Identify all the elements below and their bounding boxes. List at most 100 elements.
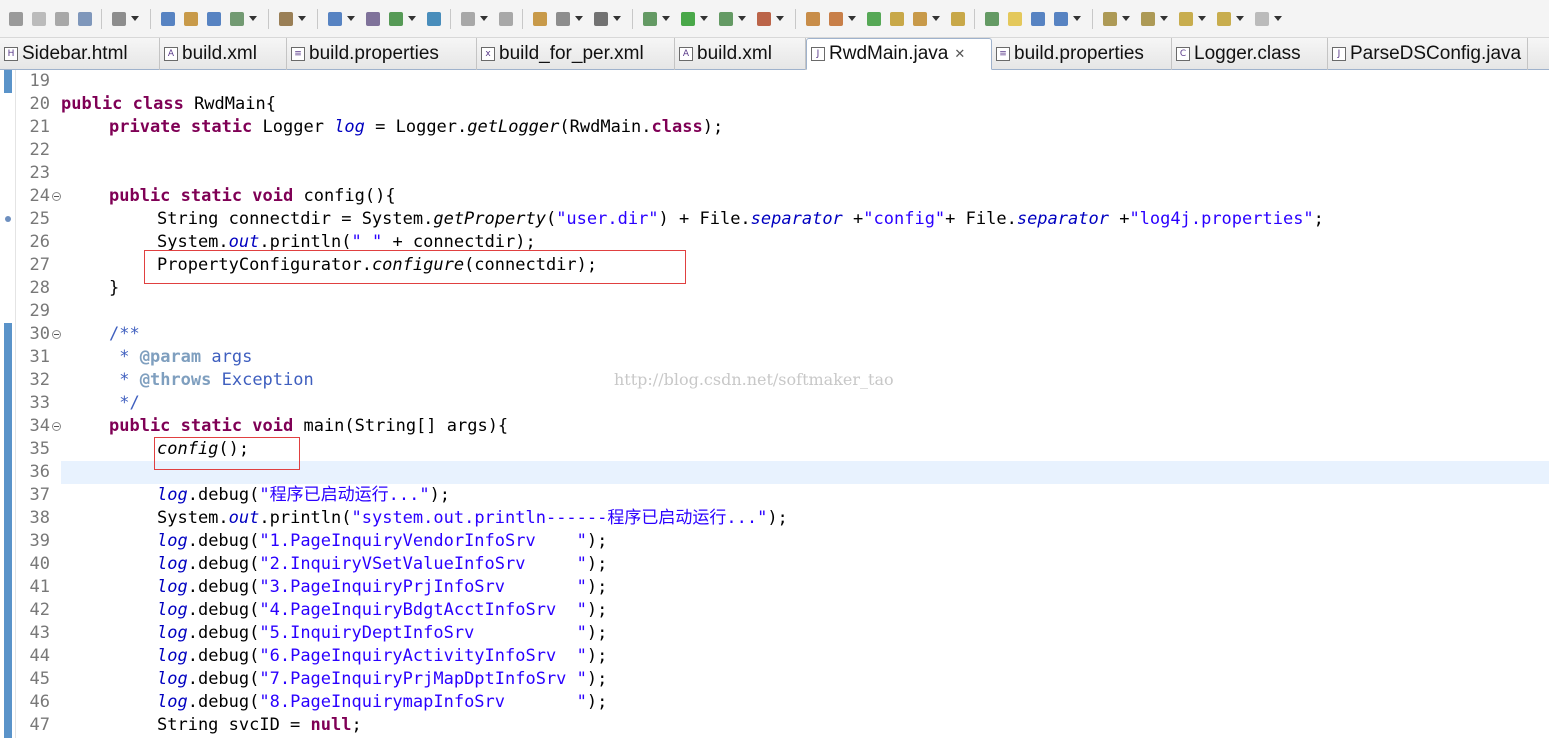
dropdown-arrow-icon[interactable] [130, 10, 139, 27]
code-text: .println( [259, 508, 352, 528]
string-literal: "3.PageInquiryPrjInfoSrv " [259, 577, 587, 597]
annotation-icon[interactable] [983, 10, 1000, 27]
code-line: public class RwdMain{ [61, 93, 276, 116]
code-line: private static Logger log = Logger.getLo… [109, 116, 723, 139]
run-icon[interactable] [679, 10, 696, 27]
fold-collapse-icon[interactable] [52, 192, 61, 201]
dropdown-arrow-icon[interactable] [1235, 10, 1244, 27]
fold-collapse-icon[interactable] [52, 330, 61, 339]
line-number: 29 [29, 301, 50, 321]
save-all-icon[interactable] [53, 10, 70, 27]
javadoc-comment: args [201, 347, 253, 367]
dropdown-arrow-icon[interactable] [1197, 10, 1206, 27]
last-edit-icon[interactable] [1177, 10, 1194, 27]
redo-icon[interactable] [497, 10, 514, 27]
undo-icon[interactable] [459, 10, 476, 27]
search-icon[interactable] [228, 10, 245, 27]
print-icon[interactable] [76, 10, 93, 27]
dropdown-arrow-icon[interactable] [931, 10, 940, 27]
dropdown-arrow-icon[interactable] [737, 10, 746, 27]
open-type-icon[interactable] [182, 10, 199, 27]
dropdown-arrow-icon[interactable] [574, 10, 583, 27]
keyword: null [310, 715, 352, 735]
java-file-icon: J [1332, 47, 1346, 61]
editor-tab[interactable]: ≡ build.properties [992, 38, 1172, 70]
dropdown-arrow-icon[interactable] [661, 10, 670, 27]
open-type2-icon-glyph [206, 11, 221, 26]
static-field: log [157, 531, 188, 551]
whitespace-icon-glyph [1053, 11, 1068, 26]
package-explorer-icon[interactable] [159, 10, 176, 27]
new-java-project-icon[interactable] [804, 10, 821, 27]
code-text: RwdMain{ [183, 94, 276, 114]
string-literal: "4.PageInquiryBdgtAcctInfoSrv " [259, 600, 587, 620]
dropdown-arrow-icon[interactable] [407, 10, 416, 27]
dropdown-arrow-icon[interactable] [699, 10, 708, 27]
open-folder2-icon[interactable] [949, 10, 966, 27]
dropdown-arrow-icon[interactable] [775, 10, 784, 27]
code-text: ; [351, 715, 362, 735]
dropdown-arrow-icon[interactable] [612, 10, 621, 27]
javadoc-comment: * [109, 370, 140, 390]
next-annotation-icon[interactable] [1101, 10, 1118, 27]
refactor-icon[interactable] [277, 10, 294, 27]
save-icon[interactable] [30, 10, 47, 27]
profile-icon[interactable] [755, 10, 772, 27]
class-file-icon: C [1176, 47, 1190, 61]
forward-icon[interactable] [1253, 10, 1270, 27]
run-ant-icon[interactable] [364, 10, 381, 27]
line-number: 25 [29, 209, 50, 229]
editor-tab[interactable]: ≡ build.properties [287, 38, 477, 70]
dropdown-arrow-icon[interactable] [248, 10, 257, 27]
code-text: (RwdMain. [559, 117, 652, 137]
prev-annotation-icon[interactable] [1139, 10, 1156, 27]
toolbar-separator [974, 8, 975, 29]
new-icon[interactable] [7, 10, 24, 27]
dropdown-arrow-icon[interactable] [346, 10, 355, 27]
dropdown-arrow-icon[interactable] [1121, 10, 1130, 27]
fold-collapse-icon[interactable] [52, 422, 61, 431]
editor-tab[interactable]: Abuild.xml [160, 38, 287, 70]
whitespace-icon[interactable] [1052, 10, 1069, 27]
quick-diff-marker [4, 70, 12, 93]
open-type2-icon[interactable] [205, 10, 222, 27]
code-area[interactable]: public class RwdMain{ private static Log… [61, 70, 1549, 738]
dropdown-arrow-icon[interactable] [297, 10, 306, 27]
line-number: 40 [29, 554, 50, 574]
build-icon[interactable] [110, 10, 127, 27]
dropdown-arrow-icon[interactable] [847, 10, 856, 27]
new-class2-icon[interactable] [865, 10, 882, 27]
new-class-icon[interactable] [531, 10, 548, 27]
editor-tab[interactable]: J ParseDSConfig.java [1328, 38, 1528, 70]
back-icon-glyph [1216, 11, 1231, 26]
coverage-icon[interactable] [717, 10, 734, 27]
code-line: * @param args [109, 346, 252, 369]
dropdown-arrow-icon[interactable] [1159, 10, 1168, 27]
ext-tool-icon[interactable] [554, 10, 571, 27]
search-java-icon[interactable] [326, 10, 343, 27]
dropdown-arrow-icon[interactable] [479, 10, 488, 27]
dropdown-arrow-icon[interactable] [1072, 10, 1081, 27]
editor-tab[interactable]: C Logger.class [1172, 38, 1328, 70]
code-text: ); [586, 577, 608, 597]
block-select-icon[interactable] [1029, 10, 1046, 27]
editor-tab[interactable]: x build_for_per.xml [477, 38, 675, 70]
block-select-icon-glyph [1030, 11, 1045, 26]
close-tab-icon[interactable]: ✕ [954, 46, 965, 62]
open-folder-icon[interactable] [888, 10, 905, 27]
dropdown-arrow-icon[interactable] [1273, 10, 1282, 27]
debug-icon[interactable] [641, 10, 658, 27]
editor-tab[interactable]: H Sidebar.html [0, 38, 160, 70]
editor-tab[interactable]: J RwdMain.java ✕ [806, 38, 992, 70]
code-editor[interactable]: 19 20 21 22 23 24 25 26 27 28 29 30 31 32 33 34 35 36 37 38… [0, 70, 1549, 738]
pen-icon[interactable] [911, 10, 928, 27]
globe-icon[interactable] [425, 10, 442, 27]
camera-icon[interactable] [592, 10, 609, 27]
search-java-icon-glyph [327, 11, 342, 26]
back-icon[interactable] [1215, 10, 1232, 27]
new-package-icon[interactable] [827, 10, 844, 27]
editor-tab[interactable]: Abuild.xml [675, 38, 806, 70]
highlight-icon[interactable] [1006, 10, 1023, 27]
deploy-icon[interactable] [387, 10, 404, 27]
string-literal: " " [351, 232, 383, 252]
